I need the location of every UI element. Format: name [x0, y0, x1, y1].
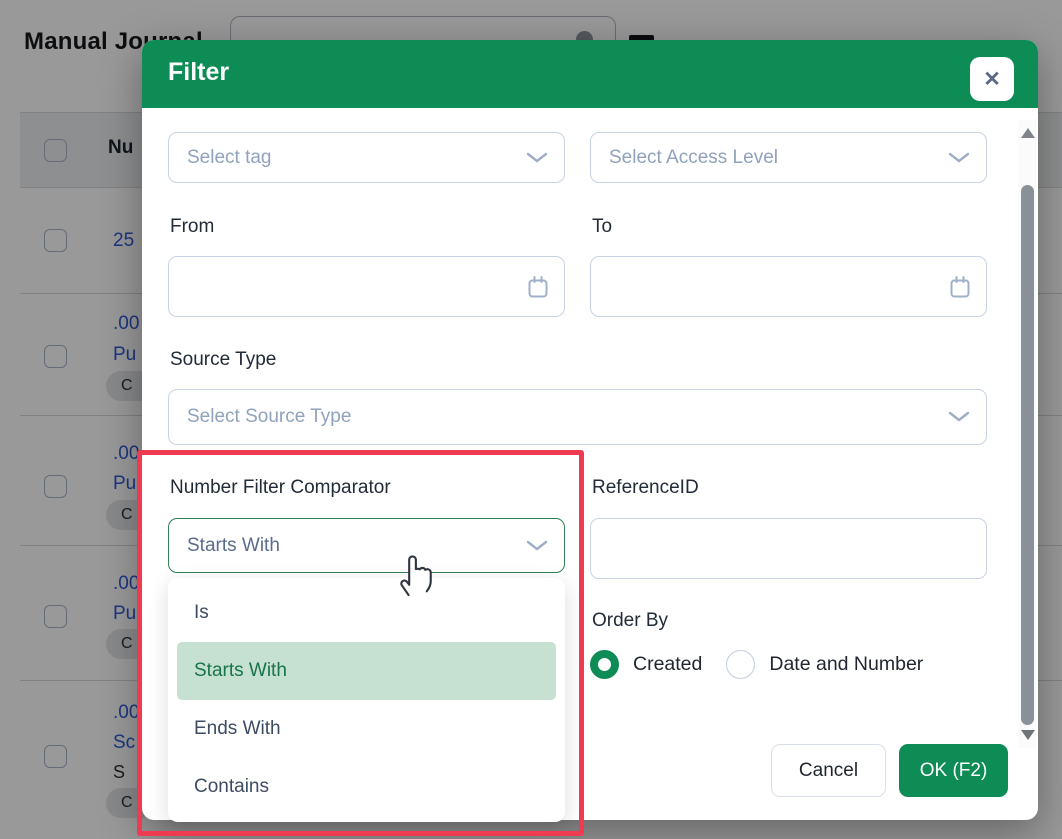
comparator-label: Number Filter Comparator: [170, 477, 391, 499]
scroll-down-arrow[interactable]: [1021, 730, 1035, 740]
reference-id-label: ReferenceID: [592, 477, 699, 499]
comparator-menu: Is Starts With Ends With Contains: [168, 578, 565, 822]
order-by-group: Created Date and Number: [590, 650, 947, 679]
to-date-input[interactable]: [590, 256, 987, 317]
dialog-title: Filter: [168, 58, 229, 87]
tag-select[interactable]: Select tag: [168, 132, 565, 183]
filter-dialog: Filter ✕ Select tag Select Access Level …: [142, 40, 1038, 820]
chevron-down-icon: [526, 152, 548, 164]
ok-button[interactable]: OK (F2): [899, 744, 1008, 797]
close-button[interactable]: ✕: [970, 57, 1014, 101]
access-level-placeholder: Select Access Level: [609, 147, 778, 169]
from-date-input[interactable]: [168, 256, 565, 317]
screen: Manual Journal Nu 25 .00 Pu C .00 Pu C .…: [0, 0, 1062, 839]
to-label: To: [592, 216, 612, 238]
from-label: From: [170, 216, 214, 238]
radio-date-and-number-label: Date and Number: [769, 653, 923, 676]
menu-option-is[interactable]: Is: [168, 584, 565, 642]
order-by-label: Order By: [592, 610, 668, 632]
menu-option-ends-with[interactable]: Ends With: [168, 700, 565, 758]
scroll-up-arrow[interactable]: [1021, 128, 1035, 138]
comparator-value: Starts With: [187, 535, 280, 557]
modal-scrollbar-thumb[interactable]: [1021, 185, 1034, 725]
menu-option-contains[interactable]: Contains: [168, 758, 565, 816]
calendar-icon: [526, 274, 550, 300]
radio-date-and-number[interactable]: [726, 650, 755, 679]
close-icon: ✕: [983, 67, 1001, 92]
radio-created[interactable]: [590, 650, 619, 679]
cancel-button[interactable]: Cancel: [771, 744, 886, 797]
dialog-header: Filter ✕: [142, 40, 1038, 108]
source-type-label: Source Type: [170, 349, 276, 371]
access-level-select[interactable]: Select Access Level: [590, 132, 987, 183]
source-type-placeholder: Select Source Type: [187, 406, 351, 428]
chevron-down-icon: [526, 540, 548, 552]
menu-option-starts-with[interactable]: Starts With: [177, 642, 556, 700]
reference-id-input[interactable]: [590, 518, 987, 579]
chevron-down-icon: [948, 411, 970, 423]
calendar-icon: [948, 274, 972, 300]
tag-placeholder: Select tag: [187, 147, 272, 169]
comparator-select[interactable]: Starts With: [168, 518, 565, 573]
chevron-down-icon: [948, 152, 970, 164]
radio-created-label: Created: [633, 653, 702, 676]
source-type-select[interactable]: Select Source Type: [168, 389, 987, 445]
